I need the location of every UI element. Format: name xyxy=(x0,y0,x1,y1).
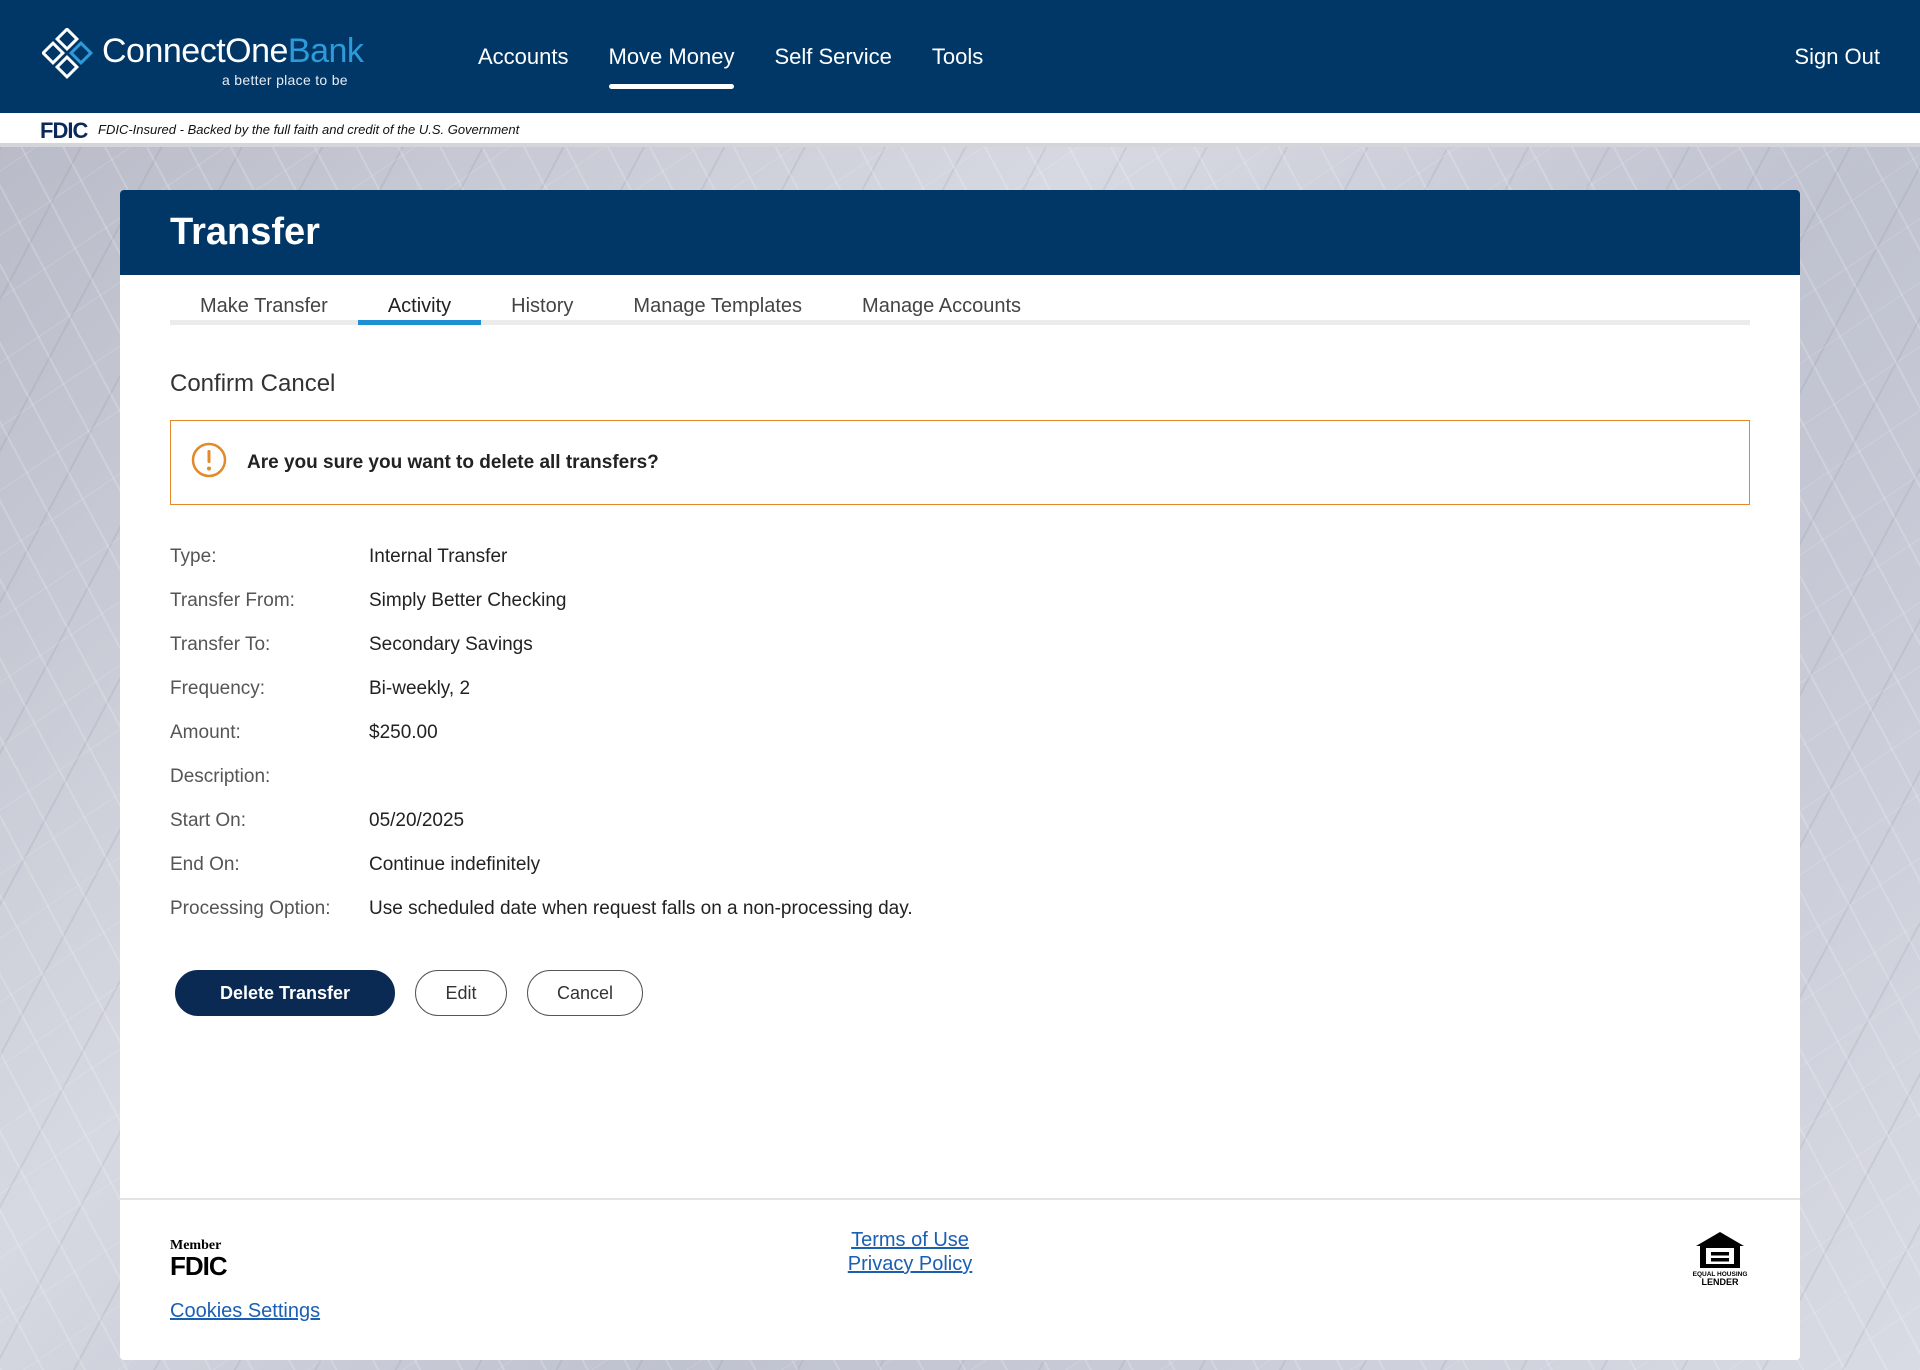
page-title: Transfer xyxy=(170,211,320,253)
top-nav-bar: ConnectOneBank a better place to be Acco… xyxy=(0,0,1920,113)
detail-row-end-on: End On: Continue indefinitely xyxy=(170,843,913,887)
detail-value: $250.00 xyxy=(369,722,438,743)
nav-tools[interactable]: Tools xyxy=(932,44,983,70)
tab-make-transfer[interactable]: Make Transfer xyxy=(170,275,358,320)
detail-label: Type: xyxy=(170,546,217,567)
nav-move-money[interactable]: Move Money xyxy=(608,44,734,89)
equal-housing-lender-icon: EQUAL HOUSING LENDER xyxy=(1693,1232,1747,1287)
detail-value: Use scheduled date when request falls on… xyxy=(369,898,913,919)
tab-history[interactable]: History xyxy=(481,275,603,320)
section-title: Confirm Cancel xyxy=(170,370,336,397)
edit-button[interactable]: Edit xyxy=(415,970,507,1016)
bank-name: ConnectOneBank xyxy=(102,32,364,70)
transfer-tabs: Make Transfer Activity History Manage Te… xyxy=(170,275,1750,325)
detail-row-transfer-from: Transfer From: Simply Better Checking xyxy=(170,579,913,623)
detail-label: Transfer From: xyxy=(170,590,295,611)
cookies-settings-link[interactable]: Cookies Settings xyxy=(170,1300,320,1323)
action-buttons: Delete Transfer Edit Cancel xyxy=(175,970,643,1016)
tab-manage-templates[interactable]: Manage Templates xyxy=(603,275,832,320)
detail-row-type: Type: Internal Transfer xyxy=(170,535,913,579)
detail-label: End On: xyxy=(170,854,240,875)
fdic-banner-text: FDIC-Insured - Backed by the full faith … xyxy=(98,122,520,137)
confirm-alert: Are you sure you want to delete all tran… xyxy=(170,420,1750,505)
privacy-policy-link[interactable]: Privacy Policy xyxy=(780,1252,1040,1276)
bank-tagline: a better place to be xyxy=(222,72,348,88)
detail-row-amount: Amount: $250.00 xyxy=(170,711,913,755)
footer-links: Terms of Use Privacy Policy xyxy=(780,1228,1040,1276)
svg-text:LENDER: LENDER xyxy=(1701,1277,1739,1287)
alert-message: Are you sure you want to delete all tran… xyxy=(247,452,659,473)
detail-label: Amount: xyxy=(170,722,241,743)
detail-value: Bi-weekly, 2 xyxy=(369,678,471,699)
bank-logo[interactable]: ConnectOneBank a better place to be xyxy=(42,26,372,92)
detail-row-start-on: Start On: 05/20/2025 xyxy=(170,799,913,843)
delete-transfer-button[interactable]: Delete Transfer xyxy=(175,970,395,1016)
detail-label: Transfer To: xyxy=(170,634,271,655)
transfer-card: Transfer Make Transfer Activity History … xyxy=(120,190,1800,1360)
transfer-details: Type: Internal Transfer Transfer From: S… xyxy=(170,535,913,931)
detail-value: Secondary Savings xyxy=(369,634,533,655)
detail-row-description: Description: xyxy=(170,755,913,799)
member-fdic-logo: Member FDIC xyxy=(170,1238,228,1281)
tab-activity[interactable]: Activity xyxy=(357,275,482,325)
exclamation-circle-icon xyxy=(191,442,227,478)
detail-value: Continue indefinitely xyxy=(369,854,541,875)
card-header: Transfer xyxy=(120,190,1800,275)
detail-value: Simply Better Checking xyxy=(369,590,567,611)
detail-label: Description: xyxy=(170,766,271,787)
fdic-banner: FDIC FDIC-Insured - Backed by the full f… xyxy=(0,113,1920,147)
fdic-logo: FDIC xyxy=(40,118,88,143)
detail-value: Internal Transfer xyxy=(369,546,508,567)
detail-label: Start On: xyxy=(170,810,247,831)
detail-row-transfer-to: Transfer To: Secondary Savings xyxy=(170,623,913,667)
terms-of-use-link[interactable]: Terms of Use xyxy=(780,1228,1040,1252)
main-nav: Accounts Move Money Self Service Tools xyxy=(478,44,983,89)
bank-logo-icon xyxy=(42,28,94,80)
cancel-button[interactable]: Cancel xyxy=(527,970,643,1016)
detail-label: Frequency: xyxy=(170,678,266,699)
detail-row-processing-option: Processing Option: Use scheduled date wh… xyxy=(170,887,913,931)
detail-label: Processing Option: xyxy=(170,898,331,919)
footer: Member FDIC Cookies Settings Terms of Us… xyxy=(120,1198,1800,1360)
detail-row-frequency: Frequency: Bi-weekly, 2 xyxy=(170,667,913,711)
nav-self-service[interactable]: Self Service xyxy=(774,44,891,70)
detail-value: 05/20/2025 xyxy=(369,810,465,831)
sign-out-link[interactable]: Sign Out xyxy=(1794,44,1880,70)
nav-accounts[interactable]: Accounts xyxy=(478,44,569,70)
tab-manage-accounts[interactable]: Manage Accounts xyxy=(832,275,1051,320)
